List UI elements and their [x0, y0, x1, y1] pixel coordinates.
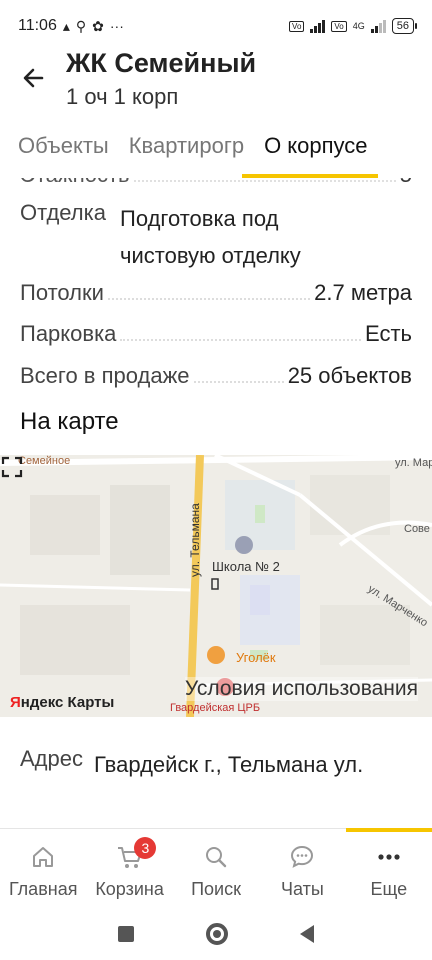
info-value: 2.7 метра: [314, 280, 412, 305]
map-terms-link[interactable]: Условия использования: [184, 677, 418, 701]
info-label: Всего в продаже: [20, 363, 190, 388]
system-back-icon[interactable]: [300, 925, 314, 943]
info-label-finish: Отделка: [20, 200, 106, 225]
map[interactable]: Семейное ул. Тельмана ул. Мар Сове ул. М…: [0, 455, 432, 717]
info-label: Парковка: [20, 321, 117, 346]
address-value: Гвардейск г., Тельмана ул.: [94, 752, 364, 777]
volte-icon-2: Vo: [331, 20, 347, 32]
cart-badge: 3: [134, 837, 157, 859]
system-navigation-bar: [0, 908, 432, 960]
nav-item-home[interactable]: Главная: [0, 829, 86, 908]
network-type: 4G: [352, 21, 365, 31]
status-bar: 11:06 ▴ ⚲ ✿ ··· Vo Vo 4G 56: [0, 0, 432, 52]
info-row-parking: Парковка Есть: [20, 321, 412, 347]
nav-item-more[interactable]: Еще: [346, 829, 432, 908]
signal-icon-2: [370, 19, 386, 33]
more-notifications-icon: ···: [109, 18, 124, 34]
building-info: Этажность 5 Отделка Подготовка под чисто…: [0, 178, 432, 410]
map-label-street-mar: ул. Мар: [395, 457, 432, 469]
nav-label: Корзина: [95, 879, 164, 899]
yandex-maps-logo: Яндекс Карты: [10, 694, 115, 711]
info-row-ceilings: Потолки 2.7 метра: [20, 280, 412, 306]
header: ЖК Семейный 1 оч 1 корп: [0, 48, 432, 118]
info-label: Потолки: [20, 280, 104, 305]
nav-label: Поиск: [191, 879, 241, 899]
dotted-leader: [107, 298, 311, 300]
signal-icon: [310, 19, 326, 33]
more-icon: [376, 843, 402, 871]
tab-about-building[interactable]: О корпусе: [242, 124, 379, 178]
info-value: Есть: [365, 321, 412, 346]
info-value: 5: [400, 178, 412, 188]
map-label-area: Семейное: [18, 455, 71, 467]
expand-map-icon[interactable]: [0, 455, 24, 479]
home-button-icon[interactable]: [206, 923, 228, 945]
info-row-total: Всего в продаже 25 объектов: [20, 363, 412, 389]
nav-item-cart[interactable]: 3 Корзина: [86, 829, 172, 908]
map-label-sove: Сове: [404, 523, 430, 535]
tab-objects[interactable]: Объекты: [0, 124, 119, 178]
info-row-floors: Этажность 5: [20, 178, 412, 188]
nav-item-search[interactable]: Поиск: [173, 829, 259, 908]
app-notification-icon: ✿: [92, 17, 104, 34]
info-value-finish: Подготовка под чистовую отделку: [120, 206, 301, 268]
chat-icon: [289, 843, 315, 871]
map-label-cafe: Уголёк: [236, 650, 276, 665]
battery-icon: 56: [391, 18, 418, 34]
search-notification-icon: ⚲: [75, 17, 87, 34]
map-label-street: ул. Тельмана: [188, 503, 202, 577]
tab-floorplans[interactable]: Квартирогр: [119, 124, 254, 178]
map-section-title: На карте: [20, 408, 119, 435]
dotted-leader: [133, 180, 396, 182]
dotted-leader: [193, 381, 284, 383]
nav-item-chats[interactable]: Чаты: [259, 829, 345, 908]
nav-label: Еще: [370, 879, 408, 899]
map-label-hospital: Гвардейская ЦРБ: [170, 702, 261, 714]
recent-apps-icon[interactable]: [118, 926, 134, 942]
status-notification-icons: ▴ ⚲ ✿ ···: [63, 18, 124, 35]
map-label-school: Школа № 2: [212, 559, 280, 574]
info-label: Этажность: [20, 178, 130, 188]
volte-icon: Vo: [289, 20, 305, 32]
nav-label: Главная: [8, 879, 78, 899]
address-label: Адрес: [20, 746, 83, 771]
dotted-leader: [120, 339, 362, 341]
status-time: 11:06: [18, 17, 57, 34]
page-subtitle: 1 оч 1 корп: [66, 84, 179, 109]
home-icon: [30, 843, 56, 871]
search-icon: [203, 843, 229, 871]
back-arrow-icon[interactable]: [20, 64, 48, 92]
info-value: 25 объектов: [287, 363, 412, 388]
alarm-icon: ▴: [62, 17, 70, 34]
tab-bar: Объекты Квартирогр О корпусе: [0, 124, 432, 178]
nav-label: Чаты: [281, 879, 324, 899]
bottom-navigation: Главная 3 Корзина Поиск Чаты Еще: [0, 828, 432, 908]
page-title: ЖК Семейный: [66, 48, 257, 78]
